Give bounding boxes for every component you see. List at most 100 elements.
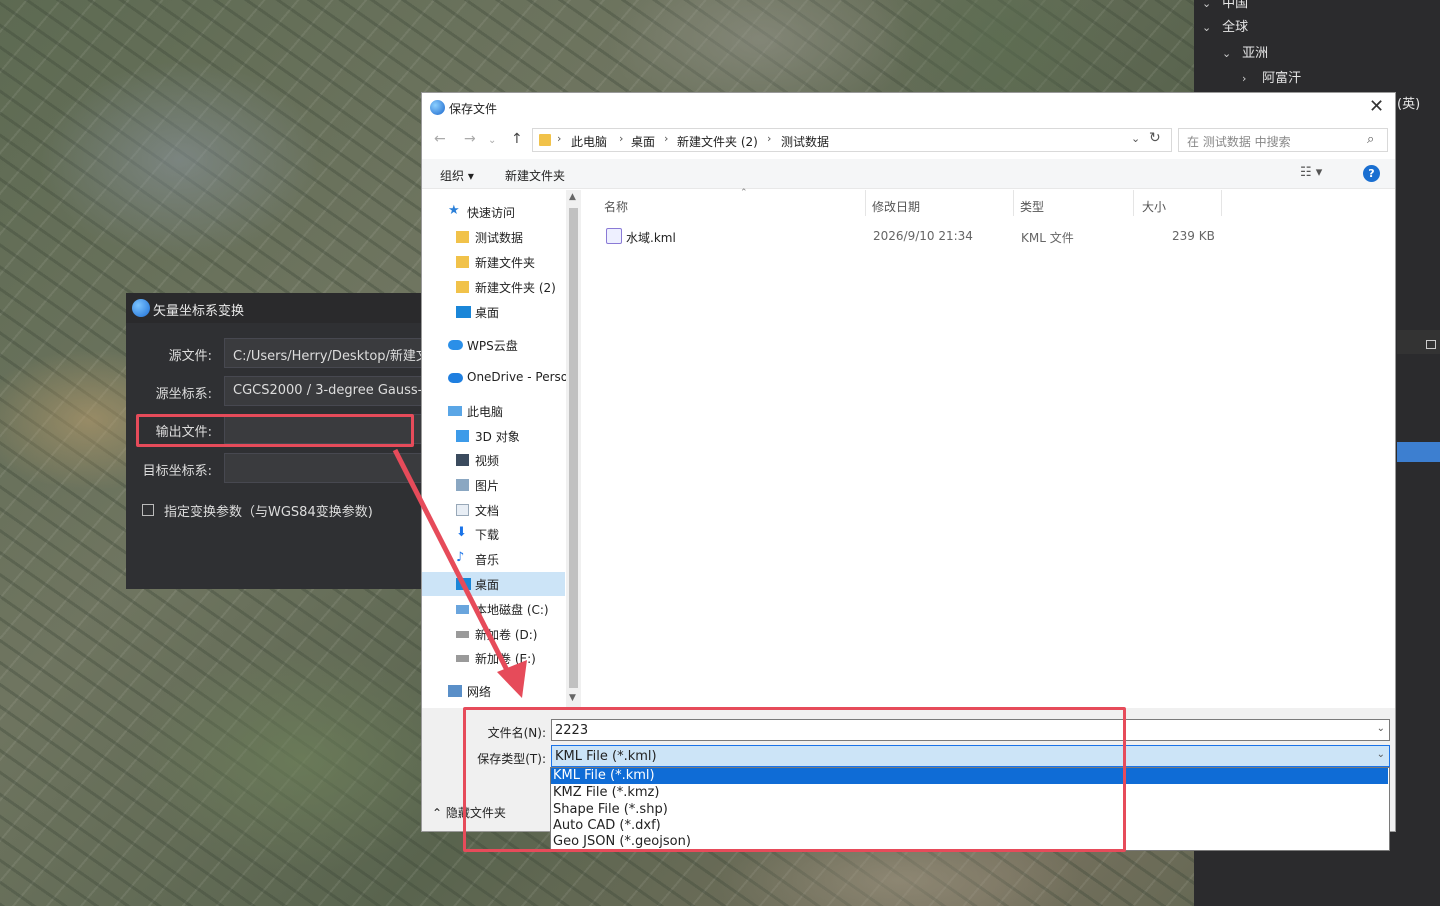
scroll-thumb[interactable] [569, 208, 578, 688]
up-arrow-icon[interactable]: ↑ [511, 131, 523, 147]
chevron-right-icon: › [619, 132, 624, 145]
nav-this-pc[interactable]: 此电脑 [422, 399, 565, 423]
dialog-title: 矢量坐标系变换 [153, 304, 245, 319]
help-icon[interactable]: ? [1363, 165, 1380, 182]
file-date: 2026/9/10 21:34 [873, 229, 973, 243]
column-modified[interactable]: 修改日期 [864, 190, 1014, 216]
transform-params-label: 指定变换参数（与WGS84变换参数) [164, 505, 373, 520]
drive-icon [456, 605, 469, 614]
pc-icon [448, 406, 462, 416]
toolbar: 组织 ▾ 新建文件夹 ☷ ▾ ? [422, 159, 1395, 189]
cube-icon [456, 430, 469, 442]
file-size: 239 KB [1172, 229, 1215, 243]
column-name[interactable]: 名称 ⌃ [596, 188, 866, 216]
source-crs-field[interactable]: CGCS2000 / 3-degree Gauss-Kruger [224, 376, 426, 406]
search-icon: ⌕ [1367, 132, 1375, 147]
close-icon[interactable]: ✕ [1369, 96, 1384, 117]
target-crs-field[interactable] [224, 453, 426, 483]
new-folder-button[interactable]: 新建文件夹 [505, 167, 565, 184]
nav-videos[interactable]: 视频 [422, 448, 565, 472]
star-icon: ★ [448, 203, 460, 218]
picture-icon [456, 479, 469, 491]
nav-new-folder[interactable]: 新建文件夹 [422, 250, 565, 274]
breadcrumb-this-pc[interactable]: 此电脑 [571, 133, 607, 150]
desktop-icon [456, 306, 471, 318]
music-icon: ♪ [456, 550, 465, 565]
kml-file-icon [606, 228, 622, 244]
download-icon: ⬇ [456, 525, 467, 540]
back-arrow-icon[interactable]: ← [434, 131, 446, 147]
chevron-up-icon: ⌃ [432, 806, 443, 820]
video-icon [456, 454, 469, 466]
chevron-down-icon[interactable]: ⌄ [1131, 132, 1140, 145]
chevron-down-icon: ⌄ [1202, 21, 1212, 34]
nav-scrollbar[interactable]: ▲ ▼ [566, 190, 581, 708]
transform-params-checkbox[interactable] [142, 504, 154, 516]
restore-icon[interactable] [1426, 340, 1436, 349]
onedrive-icon [448, 373, 463, 383]
nav-quick-access[interactable]: ★ 快速访问 [422, 200, 565, 224]
nav-desktop-pc[interactable]: 桌面 [422, 572, 565, 596]
organize-menu[interactable]: 组织 ▾ [440, 167, 474, 184]
refresh-icon[interactable]: ↻ [1149, 130, 1161, 146]
tree-item-china[interactable]: ⌄ 中国 [1202, 0, 1248, 11]
folder-icon [456, 256, 469, 268]
navigation-pane: ★ 快速访问 测试数据 新建文件夹 新建文件夹 (2) 桌面 WPS云盘 OneD… [422, 190, 580, 708]
nav-pictures[interactable]: 图片 [422, 473, 565, 497]
nav-test-data[interactable]: 测试数据 [422, 225, 565, 249]
panel-suffix-text: (英) [1397, 97, 1421, 112]
dialog-titlebar: 矢量坐标系变换 [126, 293, 426, 323]
drive-icon [456, 655, 469, 662]
scroll-up-icon[interactable]: ▲ [569, 192, 576, 202]
column-size[interactable]: 大小 [1134, 190, 1222, 216]
nav-3d-objects[interactable]: 3D 对象 [422, 424, 565, 448]
nav-downloads[interactable]: ⬇ 下载 [422, 522, 565, 546]
scroll-down-icon[interactable]: ▼ [569, 693, 576, 703]
source-file-field[interactable]: C:/Users/Herry/Desktop/新建文件夹 [224, 338, 426, 368]
breadcrumb-new-folder-2[interactable]: 新建文件夹 (2) [677, 133, 758, 150]
chevron-down-icon: ⌄ [1202, 0, 1212, 10]
nav-documents[interactable]: 文档 [422, 498, 565, 522]
file-name: 水域.kml [626, 231, 676, 245]
address-bar[interactable]: › 此电脑 › 桌面 › 新建文件夹 (2) › 测试数据 ⌄ [532, 128, 1172, 152]
nav-desktop[interactable]: 桌面 [422, 300, 565, 324]
target-crs-label: 目标坐标系: [142, 464, 212, 479]
tree-item-asia[interactable]: ⌄ 亚洲 [1222, 42, 1268, 61]
forward-arrow-icon[interactable]: → [464, 131, 476, 147]
column-type[interactable]: 类型 [1012, 190, 1134, 216]
source-file-label: 源文件: [168, 349, 212, 364]
save-options-highlight [463, 707, 1126, 852]
breadcrumb-test-data[interactable]: 测试数据 [781, 133, 829, 150]
network-icon [448, 685, 462, 697]
recent-dropdown-icon[interactable]: ⌄ [488, 135, 496, 146]
tree-item-afghanistan[interactable]: › 阿富汗 [1242, 67, 1301, 86]
nav-new-folder-2[interactable]: 新建文件夹 (2) [422, 275, 565, 299]
source-crs-label: 源坐标系: [155, 387, 212, 402]
panel-selected-row[interactable] [1397, 442, 1440, 462]
navigation-bar: ← → ⌄ ↑ › 此电脑 › 桌面 › 新建文件夹 (2) › 测试数据 ⌄ … [422, 126, 1395, 154]
nav-drive-d[interactable]: 新加卷 (D:) [422, 622, 565, 646]
chevron-right-icon: › [1242, 72, 1247, 85]
chevron-down-icon[interactable]: ⌄ [1377, 723, 1385, 734]
nav-drive-e[interactable]: 新加卷 (E:) [422, 646, 565, 670]
save-dialog-titlebar: 保存文件 ✕ [422, 93, 1395, 122]
file-type: KML 文件 [1021, 231, 1074, 245]
app-logo-icon [132, 299, 150, 317]
folder-icon [456, 281, 469, 293]
search-box[interactable]: 在 测试数据 中搜索 ⌕ [1178, 128, 1388, 152]
nav-network[interactable]: 网络 [422, 679, 565, 703]
nav-wps-cloud[interactable]: WPS云盘 [422, 333, 565, 357]
folder-icon [539, 134, 551, 146]
output-file-highlight [136, 414, 414, 447]
nav-drive-c[interactable]: 本地磁盘 (C:) [422, 597, 565, 621]
view-options-icon[interactable]: ☷ ▾ [1300, 165, 1322, 180]
nav-onedrive[interactable]: OneDrive - Personal [422, 366, 580, 390]
chevron-right-icon: › [557, 132, 562, 145]
breadcrumb-desktop[interactable]: 桌面 [631, 133, 655, 150]
nav-music[interactable]: ♪ 音乐 [422, 547, 565, 571]
chevron-down-icon[interactable]: ⌄ [1377, 749, 1385, 760]
file-row[interactable]: 水域.kml 2026/9/10 21:34 KML 文件 239 KB [584, 226, 1224, 248]
folder-icon [456, 231, 469, 243]
tree-item-global[interactable]: ⌄ 全球 [1202, 16, 1248, 35]
desktop-icon [456, 578, 471, 590]
